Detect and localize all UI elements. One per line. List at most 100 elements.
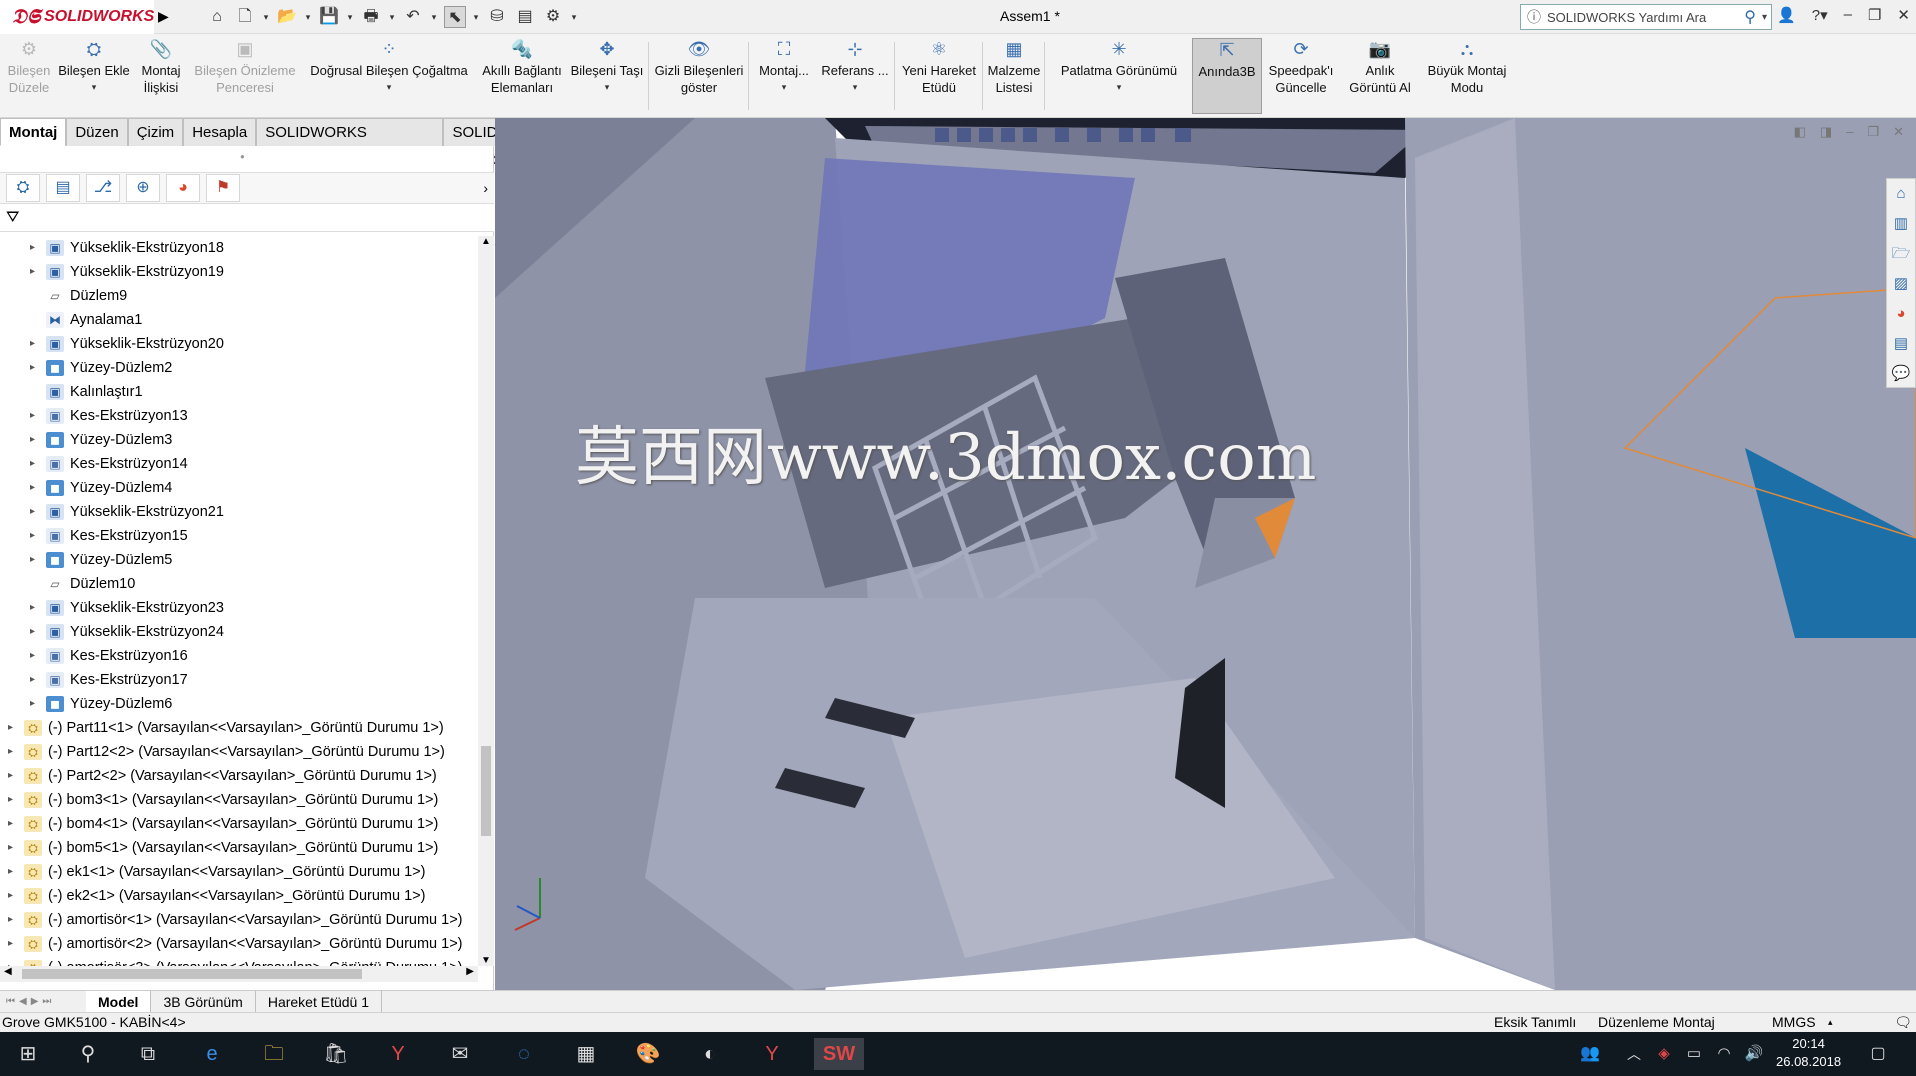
tree-item[interactable]: ▣ Kalınlaştır1 [0, 380, 478, 404]
tree-item[interactable]: ▸ ▣ Yükseklik-Ekstrüzyon20 [0, 332, 478, 356]
expand-arrow-icon[interactable]: ▸ [8, 908, 18, 932]
scroll-thumb[interactable] [22, 969, 362, 979]
expand-arrow-icon[interactable]: ▸ [30, 428, 40, 452]
expand-arrow-icon[interactable]: ▸ [30, 500, 40, 524]
expand-arrow-icon[interactable]: ▸ [30, 524, 40, 548]
search-icon[interactable]: ⚲ [1744, 7, 1756, 27]
expand-arrow-icon[interactable]: ▸ [8, 932, 18, 956]
tree-item[interactable]: ▸ ▣ Kes-Ekstrüzyon16 [0, 644, 478, 668]
tree-item[interactable]: ▱ Düzlem10 [0, 572, 478, 596]
people-icon[interactable]: 👥 [1574, 1038, 1606, 1070]
file-explorer-taskbar-icon[interactable]: 🗀 [258, 1038, 290, 1070]
battery-icon[interactable]: ▭ [1678, 1038, 1710, 1070]
tab-3d-view[interactable]: 3B Görünüm [151, 990, 256, 1013]
select-cursor-icon[interactable]: ⬉ [444, 6, 466, 28]
property-manager-tab-icon[interactable]: ▤ [46, 174, 80, 202]
tree-horizontal-scrollbar[interactable]: ◀ ▶ [0, 966, 478, 982]
tree-item[interactable]: ▱ Düzlem9 [0, 284, 478, 308]
tree-item[interactable]: ▸ ⛭ (-) Part12<2> (Varsayılan<<Varsayılan>… [0, 740, 478, 764]
view-palette-icon[interactable]: ▨ [1887, 269, 1915, 299]
scroll-left-icon[interactable]: ◀ [4, 966, 12, 977]
feature-manager-tab-icon[interactable]: ⛭ [6, 174, 40, 202]
dropdown-arrow-icon[interactable]: ▾ [1054, 79, 1184, 96]
help-search-input[interactable]: SOLIDWORKS Yardımı Ara [1547, 10, 1706, 25]
antivirus-tray-icon[interactable]: ◈ [1648, 1038, 1680, 1070]
panel-collapse-dot[interactable]: ● [240, 152, 245, 161]
ribbon-button-move-component[interactable]: ✥ Bileşeni Taşı ▾ [568, 38, 646, 114]
open-dropdown-icon[interactable]: ▾ [304, 6, 312, 28]
dropdown-arrow-icon[interactable]: ▾ [304, 79, 474, 96]
appearances-icon[interactable]: ◕ [1887, 299, 1915, 329]
ribbon-button-component-preview[interactable]: ▣ Bileşen Önizleme Penceresi [190, 38, 300, 114]
tree-item[interactable]: ▸ ◼ Yüzey-Düzlem2 [0, 356, 478, 380]
options-dropdown-icon[interactable]: ▾ [570, 6, 578, 28]
expand-arrow-icon[interactable]: ▸ [30, 476, 40, 500]
windows-start-icon[interactable]: ⊞ [12, 1038, 44, 1070]
user-icon[interactable]: 👤 [1777, 6, 1796, 24]
ribbon-button-mate[interactable]: 📎 Montaj İlişkisi [136, 38, 186, 114]
save-icon[interactable]: 💾 [318, 6, 340, 28]
close-icon[interactable]: ✕ [1897, 6, 1910, 24]
expand-arrow-icon[interactable]: ▸ [8, 884, 18, 908]
ribbon-button-assembly-features[interactable]: ⛶ Montaj... ▾ [752, 38, 816, 114]
new-dropdown-icon[interactable]: ▾ [262, 6, 270, 28]
expand-arrow-icon[interactable]: ▸ [8, 812, 18, 836]
wifi-icon[interactable]: ◠ [1708, 1038, 1740, 1070]
ribbon-button-bill-of-materials[interactable]: ▦ Malzeme Listesi [986, 38, 1042, 114]
calculator-icon[interactable]: ▦ [570, 1038, 602, 1070]
tree-item[interactable]: ▸ ▣ Kes-Ekstrüzyon13 [0, 404, 478, 428]
expand-arrow-icon[interactable]: ▸ [30, 644, 40, 668]
solidworks-resources-icon[interactable]: ⌂ [1887, 179, 1915, 209]
viewport-restore-icon[interactable]: ❐ [1867, 124, 1879, 140]
forum-icon[interactable]: 💬 [1887, 359, 1915, 389]
print-icon[interactable]: 🖶 [360, 6, 382, 28]
tree-item[interactable]: ▸ ⛭ (-) Part2<2> (Varsayılan<<Varsayılan>_… [0, 764, 478, 788]
ribbon-button-large-assembly-mode[interactable]: ⛬ Büyük Montaj Modu [1420, 38, 1514, 114]
file-explorer-icon[interactable]: 🗁 [1887, 239, 1915, 269]
tree-filter[interactable]: ⛛ [0, 204, 494, 232]
tree-item[interactable]: ▸ ▣ Kes-Ekstrüzyon17 [0, 668, 478, 692]
expand-arrow-icon[interactable]: ▸ [30, 692, 40, 716]
viewport-close-icon[interactable]: ✕ [1893, 124, 1904, 140]
tree-item[interactable]: ▸ ⛭ (-) bom3<1> (Varsayılan<<Varsayılan>_G… [0, 788, 478, 812]
tab-cizim[interactable]: Çizim [127, 118, 184, 146]
paint-icon[interactable]: 🎨 [632, 1038, 664, 1070]
display-manager-tab-icon[interactable]: ◕ [166, 174, 200, 202]
dropdown-arrow-icon[interactable]: ▾ [568, 79, 646, 96]
units-dropdown-icon[interactable]: ▴ [1828, 1013, 1833, 1032]
tree-item[interactable]: ▸ ⛭ (-) amortisör<1> (Varsayılan<<Varsayıl… [0, 908, 478, 932]
restore-icon[interactable]: ❐ [1868, 6, 1881, 24]
scroll-thumb[interactable] [481, 746, 491, 836]
expand-arrow-icon[interactable]: ▸ [8, 764, 18, 788]
tab-duzen[interactable]: Düzen [66, 118, 128, 146]
ribbon-button-instant3d[interactable]: ⇱ Anında3B [1192, 38, 1262, 114]
viewport-split-icon[interactable]: ◧ [1794, 124, 1806, 140]
tree-item[interactable]: ▸ ◼ Yüzey-Düzlem5 [0, 548, 478, 572]
ribbon-button-take-snapshot[interactable]: 📷 Anlık Görüntü Al [1344, 38, 1416, 114]
yandex-icon[interactable]: Y [382, 1038, 414, 1070]
ribbon-button-new-motion-study[interactable]: ⚛ Yeni Hareket Etüdü [898, 38, 980, 114]
tree-item[interactable]: ▸⛭(-) amortisör<3> (Varsayılan<<Varsayıl… [0, 956, 478, 966]
expand-arrow-icon[interactable]: ▸ [30, 260, 40, 284]
tab-model[interactable]: Model [86, 990, 152, 1013]
save-dropdown-icon[interactable]: ▾ [346, 6, 354, 28]
tree-item[interactable]: ▸ ◼ Yüzey-Düzlem3 [0, 428, 478, 452]
ribbon-button-show-hidden[interactable]: 👁 Gizli Bileşenleri göster [652, 38, 746, 114]
ribbon-button-update-speedpak[interactable]: ⟳ Speedpak'ı Güncelle [1266, 38, 1336, 114]
store-icon[interactable]: 🛍 [320, 1038, 352, 1070]
tab-montaj[interactable]: Montaj [0, 118, 67, 146]
filter-funnel-icon[interactable]: ⛛ [6, 209, 19, 226]
tree-item[interactable]: ▸ ⛭ (-) bom4<1> (Varsayılan<<Varsayılan>_G… [0, 812, 478, 836]
last-tab-icon[interactable]: ⏭ [42, 996, 51, 1007]
tree-vertical-scrollbar[interactable]: ▲ ▼ [478, 236, 494, 966]
volume-icon[interactable]: 🔊 [1738, 1038, 1770, 1070]
tree-item[interactable]: ▸ ⛭ (-) Part11<1> (Varsayılan<<Varsayılan>… [0, 716, 478, 740]
ribbon-button-insert-component[interactable]: ⛭ Bileşen Ekle ▾ [56, 38, 132, 114]
tab-hesapla[interactable]: Hesapla [183, 118, 257, 146]
expand-arrow-icon[interactable]: ▸ [30, 332, 40, 356]
prev-tab-icon[interactable]: ◀ [19, 996, 27, 1007]
tree-item[interactable]: ▸ ▣ Yükseklik-Ekstrüzyon19 [0, 260, 478, 284]
expand-arrow-icon[interactable]: ▸ [30, 668, 40, 692]
options-gear-icon[interactable]: ⚙ [542, 6, 564, 28]
tree-item[interactable]: ▸ ▣ Yükseklik-Ekstrüzyon24 [0, 620, 478, 644]
